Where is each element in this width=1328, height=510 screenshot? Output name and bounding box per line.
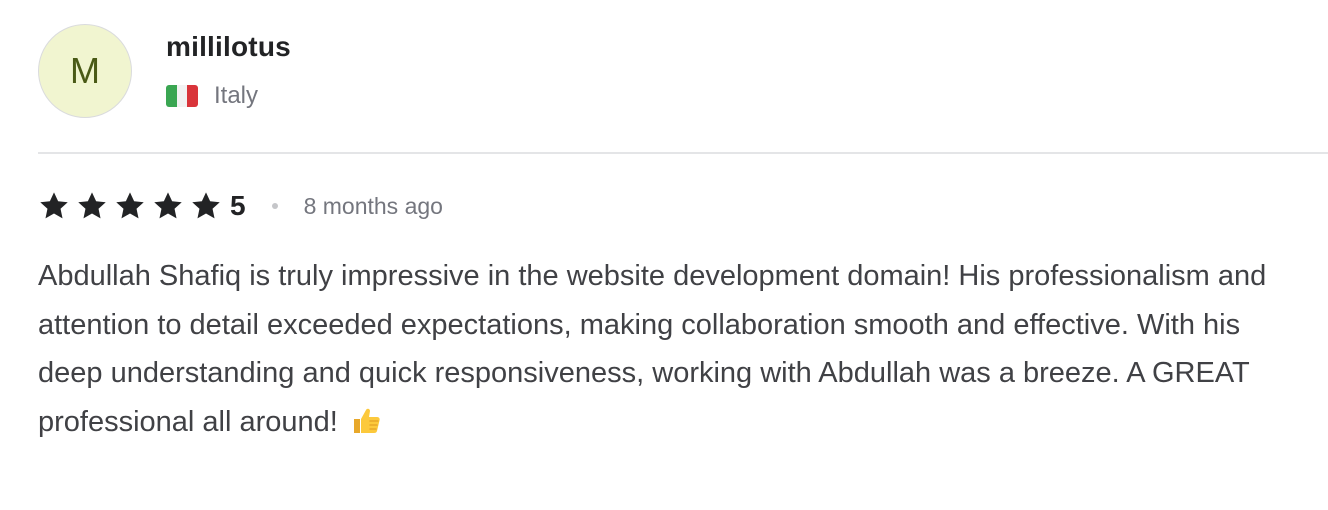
- rating-value: 5: [230, 190, 246, 221]
- star-icon: [78, 192, 106, 219]
- reviewer-header: M millilotus Italy: [38, 24, 291, 118]
- review-card: M millilotus Italy 5 8 months ago Abdull…: [0, 0, 1328, 510]
- review-body: Abdullah Shafiq is truly impressive in t…: [38, 252, 1278, 446]
- review-time: 8 months ago: [303, 192, 443, 219]
- rating-row: 5 8 months ago: [38, 186, 443, 226]
- reviewer-country: Italy: [214, 82, 259, 109]
- star-icon: [40, 192, 68, 219]
- thumbs-up-icon: [350, 398, 382, 447]
- reviewer-username[interactable]: millilotus: [166, 30, 291, 64]
- avatar[interactable]: M: [38, 24, 132, 118]
- star-rating: [38, 190, 228, 222]
- separator-dot: [271, 203, 278, 209]
- review-text: Abdullah Shafiq is truly impressive in t…: [38, 260, 1267, 438]
- star-icon: [116, 192, 144, 219]
- star-icon: [192, 192, 220, 219]
- italy-flag-icon: [166, 85, 198, 107]
- divider: [38, 152, 1328, 154]
- star-icon: [154, 192, 182, 219]
- reviewer-info: millilotus Italy: [166, 30, 291, 110]
- reviewer-country-row: Italy: [166, 82, 291, 110]
